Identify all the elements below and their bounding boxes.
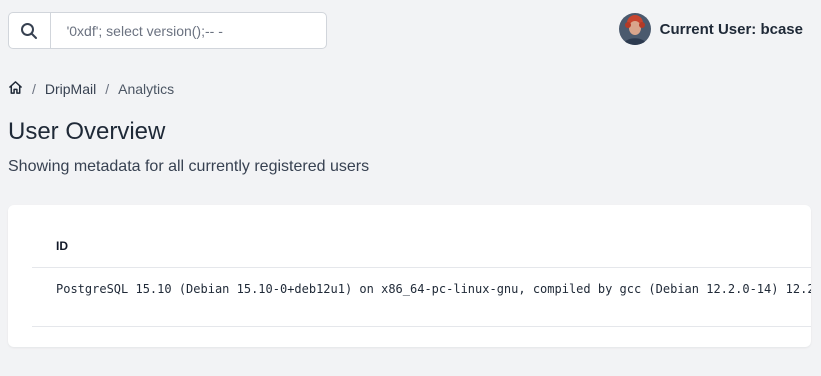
table-divider	[32, 326, 811, 327]
search-bar	[8, 12, 327, 49]
search-button[interactable]	[9, 13, 51, 48]
search-input[interactable]	[50, 12, 326, 49]
breadcrumb-item-dripmail[interactable]: DripMail	[45, 81, 96, 97]
page-subtitle: Showing metadata for all currently regis…	[8, 158, 370, 175]
home-icon	[9, 81, 22, 94]
breadcrumb: / DripMail / Analytics	[8, 80, 174, 98]
breadcrumb-separator: /	[105, 81, 110, 97]
current-user-label: Current User: bcase	[659, 20, 803, 38]
breadcrumb-separator: /	[32, 81, 36, 97]
table-divider	[32, 267, 811, 268]
breadcrumb-home[interactable]	[8, 80, 23, 98]
user-menu[interactable]: Current User: bcase	[618, 13, 803, 45]
avatar[interactable]	[618, 13, 651, 45]
users-table-card: ID PostgreSQL 15.10 (Debian 15.10-0+deb1…	[8, 205, 811, 347]
table-header-id: ID	[56, 239, 68, 253]
table-row-cell-id: PostgreSQL 15.10 (Debian 15.10-0+deb12u1…	[56, 282, 811, 296]
page-title: User Overview	[8, 118, 166, 145]
breadcrumb-item-analytics: Analytics	[118, 81, 175, 97]
page: Current User: bcase / DripMail / Analyti…	[0, 0, 821, 376]
search-icon	[21, 22, 38, 39]
